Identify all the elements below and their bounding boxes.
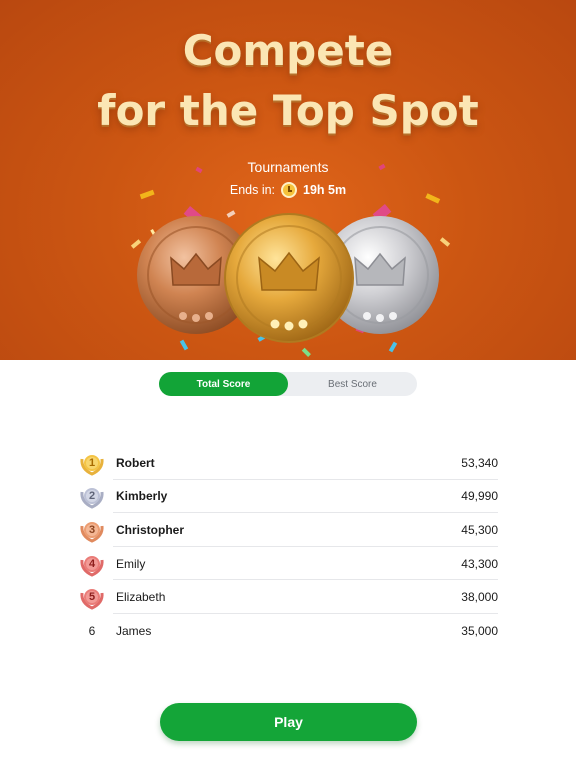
gold-laurel-icon: 1: [78, 449, 106, 477]
player-score: 53,340: [461, 455, 498, 470]
red-laurel-icon: 4: [78, 550, 106, 578]
player-score: 38,000: [461, 590, 498, 605]
table-row[interactable]: 1 Robert 53,340: [78, 446, 498, 480]
gold-medal: [224, 213, 354, 343]
player-score: 35,000: [461, 623, 498, 638]
player-name: Emily: [116, 556, 146, 571]
table-row[interactable]: 6 James 35,000: [78, 614, 498, 648]
red-laurel-icon: 5: [78, 583, 106, 611]
player-name: Kimberly: [116, 489, 168, 504]
bronze-laurel-icon: 3: [78, 516, 106, 544]
score-tabs: Total Score Best Score: [159, 372, 417, 396]
headline-line2: for the Top Spot: [97, 86, 479, 135]
table-row[interactable]: 2 Kimberly 49,990: [78, 480, 498, 514]
rank-number: 5: [88, 591, 96, 604]
tab-best-score[interactable]: Best Score: [288, 372, 417, 396]
player-name: Christopher: [116, 522, 185, 537]
table-row[interactable]: 5 Elizabeth 38,000: [78, 580, 498, 614]
tournaments-label: Tournaments: [247, 159, 329, 175]
rank-number: 2: [88, 490, 96, 503]
table-row[interactable]: 3 Christopher 45,300: [78, 513, 498, 547]
table-row[interactable]: 4 Emily 43,300: [78, 547, 498, 581]
rank-number: 4: [88, 557, 96, 570]
rank-number: 1: [88, 456, 96, 469]
leaderboard: 1 Robert 53,340 2 Kimberly 49,990 3 Chri…: [78, 446, 498, 648]
player-score: 49,990: [461, 489, 498, 504]
tab-total-score[interactable]: Total Score: [159, 372, 288, 396]
player-name: Elizabeth: [116, 590, 166, 605]
player-name: James: [116, 623, 152, 638]
play-button[interactable]: Play: [160, 703, 417, 741]
rank-number: 6: [88, 623, 96, 638]
silver-laurel-icon: 2: [78, 482, 106, 510]
medals-illustration: [137, 213, 439, 343]
headline-line1: Compete: [182, 26, 394, 75]
hero-banner: Compete for the Top Spot Tournaments End…: [0, 0, 576, 360]
player-name: Robert: [116, 455, 155, 470]
player-score: 43,300: [461, 556, 498, 571]
rank-number: 3: [88, 523, 96, 536]
player-score: 45,300: [461, 522, 498, 537]
